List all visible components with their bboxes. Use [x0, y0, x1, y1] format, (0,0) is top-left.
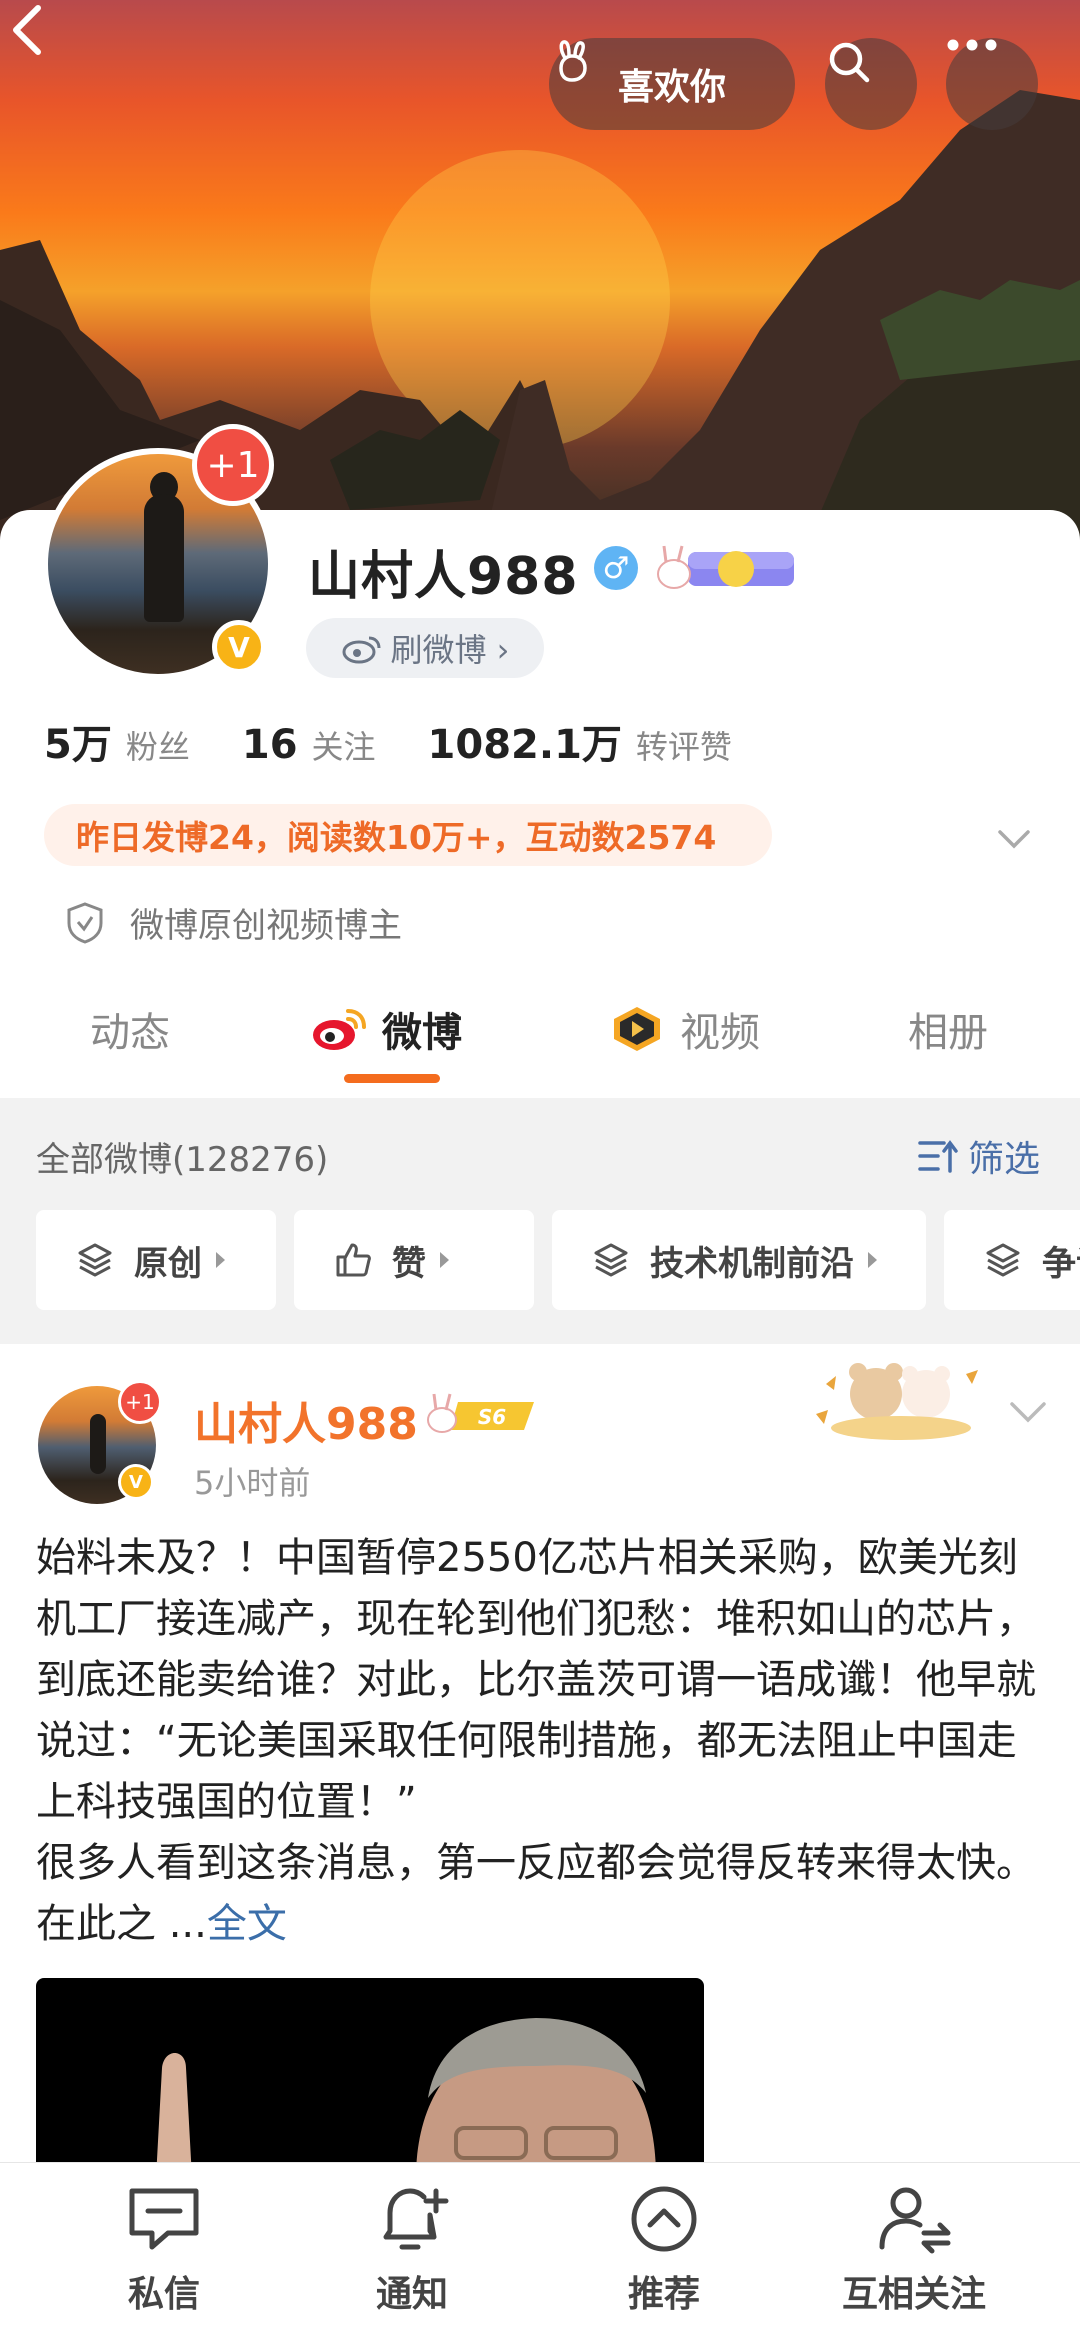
like-you-button[interactable]: 喜欢你 — [549, 38, 795, 130]
tab-dongtai-label: 动态 — [90, 1010, 170, 1056]
mutual-follow-button[interactable]: 互相关注 — [824, 2181, 1004, 2317]
level-badge-icon[interactable] — [652, 540, 798, 596]
followers-count: 5万 — [44, 722, 112, 768]
original-creator-tag[interactable]: 微博原创视频博主 — [64, 898, 402, 947]
layers-icon — [594, 1243, 628, 1277]
tab-weibo[interactable]: 微博 — [310, 1000, 462, 1058]
expand-chevron-icon[interactable] — [994, 818, 1034, 858]
post-text[interactable]: 始料未及？！中国暂停2550亿芯片相关采购，欧美光刻机工厂接连减产，现在轮到他们… — [36, 1528, 1046, 1955]
level-badge-icon: S6 — [427, 1393, 534, 1433]
search-button[interactable] — [825, 38, 917, 130]
bear-sticker-decoration — [816, 1363, 978, 1440]
post-time: 5小时前 — [194, 1464, 311, 1502]
male-gender-icon: ♂ — [594, 546, 638, 590]
post-avatar-plus-one-badge: +1 — [118, 1380, 162, 1424]
interactions-label: 转评赞 — [635, 728, 732, 766]
bottom-action-bar: 私信 通知 推荐 互相关注 — [0, 2162, 1080, 2327]
chip-tech-frontier-label: 技术机制前沿 — [650, 1243, 854, 1284]
tab-dongtai[interactable]: 动态 — [90, 1000, 170, 1058]
original-creator-label: 微博原创视频博主 — [130, 906, 402, 946]
filter-label: 筛选 — [968, 1139, 1041, 1180]
shua-weibo-button[interactable]: 刷微博 › — [306, 618, 544, 678]
chip-controversy[interactable]: 争议 — [944, 1210, 1080, 1310]
followers-stat[interactable]: 5万 粉丝 — [44, 712, 190, 770]
recommend-icon — [631, 2186, 697, 2252]
weibo-logo-icon — [313, 1009, 366, 1050]
message-icon — [129, 2188, 199, 2250]
post-text-body: 始料未及？！中国暂停2550亿芯片相关采购，欧美光刻机工厂接连减产，现在轮到他们… — [36, 1535, 1036, 1825]
chip-like-label: 赞 — [392, 1243, 426, 1284]
more-button[interactable] — [946, 38, 1038, 130]
layers-icon — [986, 1243, 1020, 1277]
rabbit-icon — [559, 40, 587, 82]
interactions-count: 1082.1万 — [427, 722, 622, 768]
bell-plus-icon — [383, 2188, 449, 2250]
following-stat[interactable]: 16 关注 — [242, 722, 376, 768]
profile-tabs: 动态 微博 视频 相册 — [0, 970, 1080, 1098]
shua-weibo-label: 刷微博 › — [390, 631, 510, 669]
message-label: 私信 — [127, 2274, 200, 2315]
verified-badge: V — [212, 620, 266, 674]
post-verified-badge: V — [118, 1464, 154, 1500]
post-author-name[interactable]: 山村人988 — [194, 1388, 418, 1452]
recommend-label: 推荐 — [627, 2274, 700, 2315]
chip-tech-frontier[interactable]: 技术机制前沿 — [552, 1210, 926, 1310]
mutual-follow-label: 互相关注 — [841, 2274, 986, 2315]
notify-label: 通知 — [375, 2274, 448, 2315]
layers-icon — [78, 1243, 112, 1277]
back-arrow-icon[interactable] — [0, 0, 60, 60]
thumbs-up-icon — [336, 1243, 371, 1277]
search-icon — [829, 42, 870, 83]
chip-original[interactable]: 原创 — [36, 1210, 276, 1310]
shield-check-icon — [67, 901, 103, 944]
video-channel-icon — [614, 1007, 660, 1051]
tab-video[interactable]: 视频 — [608, 1000, 760, 1058]
followers-label: 粉丝 — [125, 728, 190, 766]
read-full-link[interactable]: 全文 — [207, 1901, 287, 1947]
chip-like[interactable]: 赞 — [294, 1210, 534, 1310]
chip-controversy-label: 争议 — [1042, 1243, 1080, 1284]
post-image[interactable] — [36, 1978, 704, 2178]
recommend-button[interactable]: 推荐 — [574, 2181, 754, 2317]
weibo-logo-icon — [342, 636, 380, 664]
tab-weibo-label: 微博 — [382, 1010, 462, 1056]
all-weibo-count: 全部微博(128276) — [36, 1140, 329, 1180]
notify-button[interactable]: 通知 — [322, 2181, 502, 2317]
active-tab-indicator — [344, 1074, 440, 1083]
post-level-badge[interactable]: S6 — [424, 1390, 536, 1438]
avatar-plus-one-badge[interactable]: +1 — [192, 424, 274, 506]
chip-original-label: 原创 — [134, 1243, 202, 1284]
like-you-label: 喜欢你 — [617, 67, 726, 108]
profile-name: 山村人988 — [308, 547, 579, 607]
mutual-follow-icon — [879, 2187, 951, 2254]
tab-album-label: 相册 — [908, 1010, 988, 1056]
filter-button[interactable]: 筛选 — [916, 1130, 1040, 1182]
interactions-stat[interactable]: 1082.1万 转评赞 — [428, 712, 732, 770]
following-label: 关注 — [311, 728, 376, 766]
filter-sort-icon — [918, 1140, 958, 1173]
post-text-continued: 很多人看到这条消息，第一反应都会觉得反转来得太快。在此之 ... — [36, 1840, 1036, 1947]
message-button[interactable]: 私信 — [74, 2181, 254, 2317]
profile-stats: 5万 粉丝 16 关注 1082.1万 转评赞 — [44, 712, 784, 770]
tab-album[interactable]: 相册 — [908, 1000, 988, 1058]
post-options-chevron-icon[interactable] — [1008, 1398, 1048, 1428]
more-dots-icon — [947, 39, 997, 51]
activity-highlight-badge[interactable]: 昨日发博24，阅读数10万+，互动数2574 — [44, 804, 772, 866]
tab-video-label: 视频 — [680, 1010, 760, 1056]
post-level-text: S6 — [478, 1405, 506, 1429]
following-count: 16 — [241, 722, 298, 768]
